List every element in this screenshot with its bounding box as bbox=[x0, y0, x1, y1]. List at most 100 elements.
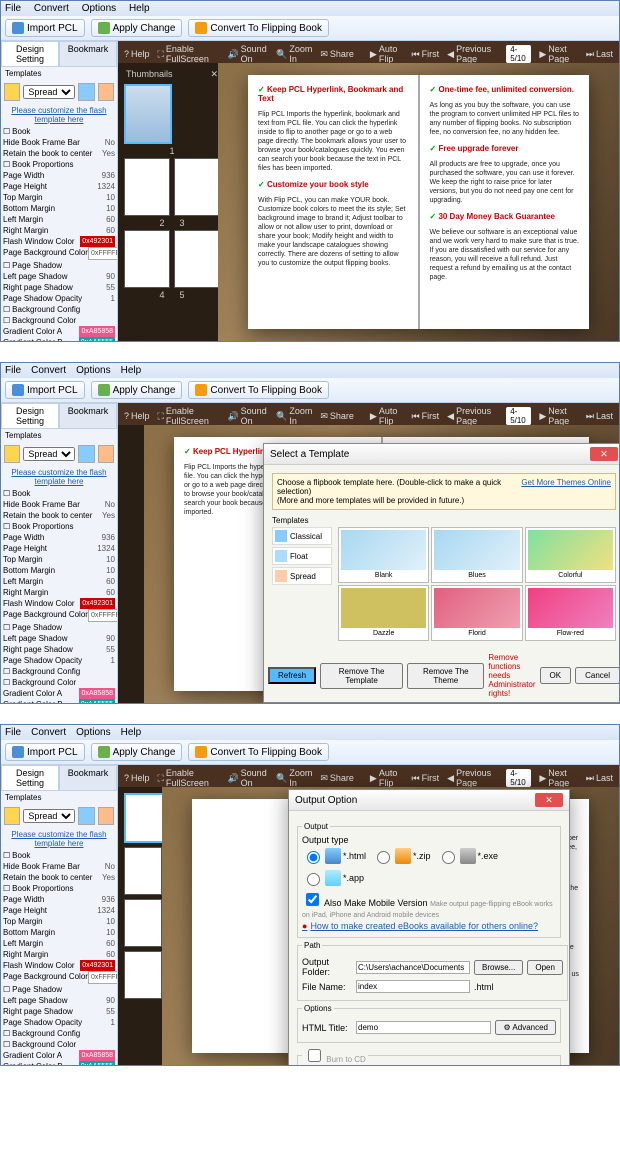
convert-button[interactable]: Convert To Flipping Book bbox=[188, 19, 329, 37]
options-fieldset: Options HTML Title:⚙ Advanced bbox=[297, 1004, 561, 1043]
remove-template-button[interactable]: Remove The Template bbox=[320, 663, 403, 689]
tab-bookmark[interactable]: Bookmark bbox=[59, 41, 117, 67]
browse-button[interactable]: Browse... bbox=[474, 960, 523, 975]
refresh-button[interactable]: Refresh bbox=[268, 667, 316, 684]
first-button[interactable]: ⏮ First bbox=[412, 49, 440, 60]
filename-input[interactable] bbox=[356, 980, 470, 993]
thumb-4[interactable] bbox=[124, 230, 170, 288]
template-select[interactable]: Spread bbox=[23, 85, 75, 99]
app-window-2: FileConvertOptionsHelp Import PCL Apply … bbox=[0, 362, 620, 704]
burn-fieldset: Burn to CD CD Writer: Disc title: Make i… bbox=[297, 1046, 561, 1065]
zoom-button[interactable]: 🔍 Zoom In bbox=[276, 44, 312, 64]
output-folder-input[interactable] bbox=[356, 961, 470, 974]
menu-options[interactable]: Options bbox=[82, 3, 116, 14]
also-mobile-checkbox[interactable]: Also Make Mobile Version bbox=[302, 898, 428, 908]
import-pcl-button[interactable]: Import PCL bbox=[5, 743, 85, 761]
fullscreen-button[interactable]: ⛶ Enable FullScreen bbox=[158, 44, 220, 64]
type-exe[interactable]: *.exe bbox=[437, 848, 499, 864]
ok-button[interactable]: OK bbox=[540, 667, 572, 684]
dialog-title: Output Option bbox=[295, 795, 357, 806]
group-book[interactable]: Book bbox=[3, 126, 115, 137]
remove-theme-button[interactable]: Remove The Theme bbox=[407, 663, 484, 689]
theme-blank[interactable]: Blank bbox=[338, 527, 429, 583]
title-input[interactable] bbox=[356, 1021, 491, 1034]
thumb-2[interactable] bbox=[124, 158, 170, 216]
import-icon bbox=[12, 22, 24, 34]
app-icon bbox=[325, 870, 341, 886]
close-icon[interactable]: ✕ bbox=[535, 793, 563, 807]
theme-dazzle[interactable]: Dazzle bbox=[338, 585, 429, 641]
output-type-group: *.html *.zip *.exe *.app bbox=[302, 848, 556, 886]
import-pcl-button[interactable]: Import PCL bbox=[5, 19, 85, 37]
template-icon bbox=[4, 83, 20, 101]
template-hint: Get More Themes Online Choose a flipbook… bbox=[272, 473, 616, 510]
more-themes-link[interactable]: Get More Themes Online bbox=[521, 478, 611, 487]
open-button[interactable]: Open bbox=[527, 960, 563, 975]
tab-design[interactable]: Design Setting bbox=[1, 41, 59, 67]
right-page: One-time fee, unlimited conversion.As lo… bbox=[420, 75, 590, 329]
settings-tree: Book Hide Book Frame BarNo Retain the bo… bbox=[1, 126, 117, 341]
howto-link[interactable]: How to make created eBooks available for… bbox=[302, 919, 556, 933]
help-button[interactable]: ? Help bbox=[124, 49, 150, 59]
convert-button[interactable]: Convert To Flipping Book bbox=[188, 743, 329, 761]
group-proportions[interactable]: Book Proportions bbox=[3, 159, 115, 170]
app-window-3: FileConvertOptionsHelp Import PCL Apply … bbox=[0, 724, 620, 1066]
apply-change-button[interactable]: Apply Change bbox=[91, 19, 183, 37]
convert-icon bbox=[195, 22, 207, 34]
menubar: File Convert Options Help bbox=[1, 1, 619, 16]
apply-change-button[interactable]: Apply Change bbox=[91, 743, 183, 761]
group-bgcolor[interactable]: Background Color bbox=[3, 315, 115, 326]
tpl-float[interactable]: Float bbox=[272, 547, 332, 565]
apply-icon bbox=[98, 22, 110, 34]
select-template-dialog: Select a Template✕ Get More Themes Onlin… bbox=[263, 443, 619, 703]
app-window-1: File Convert Options Help Import PCL App… bbox=[0, 0, 620, 342]
page-indicator[interactable]: 4-5/10 bbox=[506, 45, 531, 63]
last-button[interactable]: ⏭ Last bbox=[586, 49, 613, 60]
output-fieldset: Output Output type *.html *.zip *.exe *.… bbox=[297, 822, 561, 938]
book-background: Keep PCL Hyperlink, Bookmark and TextFli… bbox=[218, 63, 619, 341]
burn-checkbox[interactable]: Burn to CD bbox=[304, 1055, 366, 1064]
template-browse-icon[interactable] bbox=[78, 83, 94, 101]
cancel-button[interactable]: Cancel bbox=[575, 667, 619, 684]
theme-blues[interactable]: Blues bbox=[431, 527, 522, 583]
next-button[interactable]: ▶ Next Page bbox=[539, 44, 578, 64]
theme-flowred[interactable]: Flow-red bbox=[525, 585, 616, 641]
panel-tabs: Design Setting Bookmark bbox=[1, 41, 117, 67]
apply-change-button[interactable]: Apply Change bbox=[91, 381, 183, 399]
template-save-icon[interactable] bbox=[98, 83, 114, 101]
viewer: ? Help ⛶ Enable FullScreen 🔊 Sound On 🔍 … bbox=[118, 41, 619, 341]
type-zip[interactable]: *.zip bbox=[372, 848, 431, 864]
templates-label: Templates bbox=[1, 67, 117, 80]
theme-florid[interactable]: Florid bbox=[431, 585, 522, 641]
tpl-spread[interactable]: Spread bbox=[272, 567, 332, 585]
toolbar: Import PCL Apply Change Convert To Flipp… bbox=[1, 16, 619, 41]
group-bgconfig[interactable]: Background Config bbox=[3, 304, 115, 315]
autoflip-button[interactable]: ▶ Auto Flip bbox=[370, 44, 404, 64]
advanced-button[interactable]: ⚙ Advanced bbox=[495, 1020, 556, 1035]
convert-button[interactable]: Convert To Flipping Book bbox=[188, 381, 329, 399]
thumb-1[interactable] bbox=[124, 84, 172, 144]
group-shadow[interactable]: Page Shadow bbox=[3, 260, 115, 271]
customize-link[interactable]: Please customize the flash template here bbox=[1, 104, 117, 126]
tpl-classical[interactable]: Classical bbox=[272, 527, 332, 545]
sound-button[interactable]: 🔊 Sound On bbox=[227, 44, 268, 64]
menu-convert[interactable]: Convert bbox=[34, 3, 69, 14]
flipbook[interactable]: Keep PCL Hyperlink, Bookmark and TextFli… bbox=[248, 75, 589, 329]
menu-file[interactable]: File bbox=[5, 3, 21, 14]
close-thumbnails[interactable]: ✕ bbox=[210, 69, 218, 80]
import-pcl-button[interactable]: Import PCL bbox=[5, 381, 85, 399]
left-panel: Design Setting Bookmark Templates Spread… bbox=[1, 41, 118, 341]
theme-colorful[interactable]: Colorful bbox=[525, 527, 616, 583]
thumb-3[interactable] bbox=[174, 158, 220, 216]
thumbnail-strip: Thumbnails✕ 1 2 3 4 5 bbox=[118, 63, 226, 341]
thumbnails-label: Thumbnails bbox=[126, 69, 173, 80]
zip-icon bbox=[395, 848, 411, 864]
close-icon[interactable]: ✕ bbox=[590, 447, 618, 461]
menu-help[interactable]: Help bbox=[129, 3, 150, 14]
prev-button[interactable]: ◀ Previous Page bbox=[447, 44, 498, 64]
type-html[interactable]: *.html bbox=[302, 848, 366, 864]
share-button[interactable]: ✉ Share bbox=[320, 49, 354, 60]
type-app[interactable]: *.app bbox=[302, 870, 364, 886]
exe-icon bbox=[460, 848, 476, 864]
thumb-5[interactable] bbox=[174, 230, 220, 288]
